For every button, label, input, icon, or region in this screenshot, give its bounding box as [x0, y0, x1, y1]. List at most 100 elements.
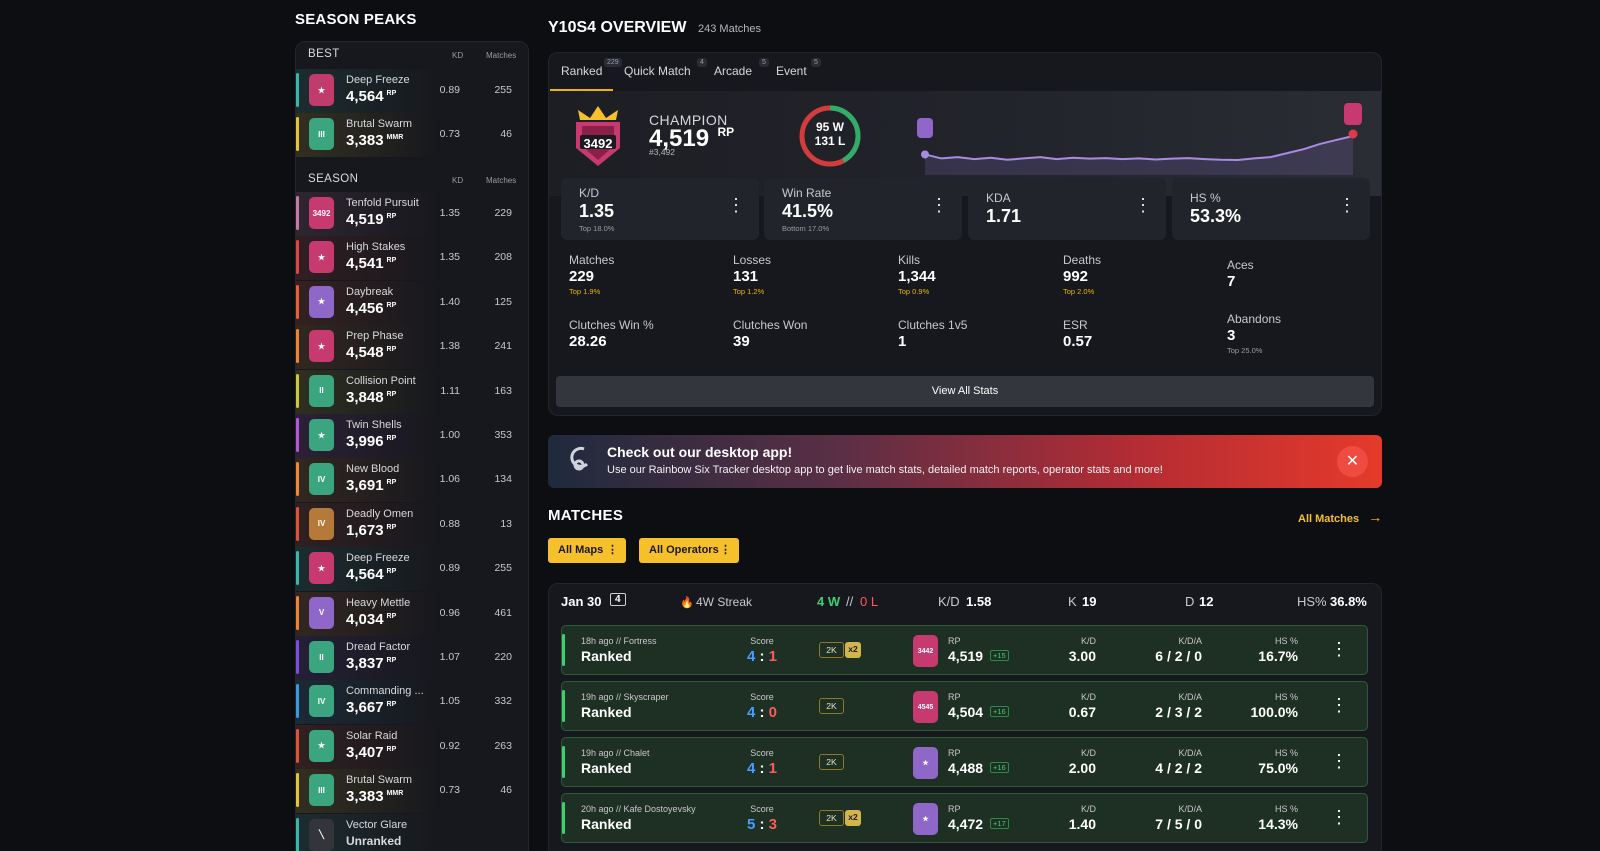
stat-label: Clutches 1v5	[898, 318, 968, 332]
win-loss-ring: 95 W 131 L	[798, 104, 862, 168]
rank-unit: RP	[386, 301, 397, 309]
rank-row[interactable]: ╲ Vector Glare Unranked	[296, 813, 528, 851]
filter-operators-dropdown[interactable]: All Operators ⋮	[639, 538, 739, 563]
tab-ranked-count: 229	[604, 58, 622, 67]
end-rank-icon	[1344, 103, 1362, 125]
rank-season-name: High Stakes	[346, 241, 406, 254]
rank-row[interactable]: ★ Twin Shells 3,996 RP 1.00 353	[296, 414, 528, 458]
rank-row[interactable]: II Collision Point 3,848 RP 1.11 163	[296, 369, 528, 414]
match-time-map: 19h ago // Skyscraper	[581, 692, 669, 702]
more-vertical-icon[interactable]: ⋮	[727, 196, 745, 214]
rank-row[interactable]: V Heavy Mettle 4,034 RP 0.96 461	[296, 591, 528, 636]
match-mode: Ranked	[581, 704, 632, 720]
tab-quick-match-count: 4	[697, 58, 707, 67]
rank-row[interactable]: III Brutal Swarm 3,383 MMR 0.73 46	[296, 769, 528, 814]
match-kda: 2 / 3 / 2	[1155, 704, 1202, 720]
rank-matches: 263	[494, 739, 512, 752]
wins-count: 95 W	[815, 120, 844, 134]
more-vertical-icon[interactable]: ⋮	[1330, 696, 1348, 714]
rp-label: RP	[948, 692, 961, 702]
rank-unit: RP	[386, 257, 397, 265]
stat-box-k-d: K/D 1.35 Top 18.0% ⋮	[561, 178, 759, 240]
rank-color-stripe	[296, 506, 299, 541]
rank-row[interactable]: III Brutal Swarm 3,383 MMR 0.73 46	[296, 113, 528, 158]
more-vertical-icon: ⋮	[607, 544, 618, 556]
filter-maps-dropdown[interactable]: All Maps ⋮	[548, 538, 626, 563]
match-row[interactable]: 19h ago // Chalet Ranked Score 4 : 1 2K ★ RP 4,…	[561, 737, 1368, 787]
more-vertical-icon[interactable]: ⋮	[1330, 640, 1348, 658]
match-kda: 4 / 2 / 2	[1155, 760, 1202, 776]
rank-season-name: Vector Glare	[346, 818, 408, 831]
rank-color-stripe	[296, 284, 299, 319]
stat-box-kda: KDA 1.71 ⋮	[968, 178, 1166, 240]
rank-season-name: Tenfold Pursuit	[346, 197, 419, 209]
match-row[interactable]: 20h ago // Kafe Dostoyevsky Ranked Score 5 …	[561, 793, 1368, 843]
rank-kd: 1.40	[439, 295, 460, 308]
stat-percentile: Top 25.0%	[1227, 346, 1263, 355]
tab-event[interactable]: Event	[776, 64, 807, 78]
kd-label: K/D	[1080, 692, 1096, 702]
rank-value-number: 3,837	[346, 655, 384, 672]
tab-ranked[interactable]: Ranked	[561, 64, 602, 78]
tab-arcade[interactable]: Arcade	[714, 64, 752, 78]
stat-value: 1,344	[898, 268, 936, 285]
rank-emblem-icon: III	[309, 774, 334, 807]
rp-history-start-point	[921, 150, 929, 159]
match-row[interactable]: 19h ago // Skyscraper Ranked Score 4 : 0 2K 4…	[561, 681, 1368, 731]
stat-box-label: HS %	[1190, 191, 1221, 205]
rank-matches: 13	[500, 517, 512, 530]
match-mode: Ranked	[581, 816, 632, 832]
close-banner-button[interactable]: ✕	[1337, 446, 1368, 477]
score-label: Score	[750, 804, 774, 814]
tab-quick-match[interactable]: Quick Match	[624, 64, 691, 78]
rank-color-stripe	[296, 73, 299, 107]
rank-unit: RP	[386, 213, 397, 220]
rank-value-number: 3,383	[346, 788, 384, 806]
rank-unit: RP	[386, 390, 397, 398]
rank-row[interactable]: ★ Deep Freeze 4,564 RP 0.89 255	[296, 547, 528, 592]
more-vertical-icon[interactable]: ⋮	[1330, 808, 1348, 826]
rank-row[interactable]: ★ Prep Phase 4,548 RP 1.38 241	[296, 325, 528, 370]
stat-label: Kills	[898, 253, 921, 267]
kda-label: K/D/A	[1178, 804, 1202, 814]
view-all-stats-button[interactable]: View All Stats	[556, 376, 1374, 407]
rp-history-area	[925, 136, 1353, 175]
match-hs: 14.3%	[1258, 816, 1298, 832]
multikill-badge: 2K	[819, 642, 844, 658]
all-matches-link[interactable]: All Matches →	[1298, 509, 1382, 525]
rank-row[interactable]: ★ Solar Raid 3,407 RP 0.92 263	[296, 724, 528, 769]
more-vertical-icon[interactable]: ⋮	[1338, 196, 1356, 214]
kd-label: K/D	[1080, 804, 1096, 814]
rank-row[interactable]: ★ Deep Freeze 4,564 RP 0.89 255	[296, 69, 528, 113]
score-enemy: 1	[768, 648, 778, 665]
rank-value-number: 4,541	[346, 255, 384, 273]
rank-row[interactable]: IV Commanding ... 3,667 RP 1.05 332	[296, 680, 528, 725]
more-vertical-icon[interactable]: ⋮	[1134, 196, 1152, 214]
stat-aces: Aces 7	[1227, 258, 1254, 290]
rank-row[interactable]: 3492 Tenfold Pursuit 4,519 RP 1.35 229	[296, 192, 528, 236]
more-vertical-icon[interactable]: ⋮	[930, 196, 948, 214]
rank-kd: 1.07	[439, 651, 460, 663]
stat-label: Clutches Won	[733, 318, 808, 332]
stat-clutches-win: Clutches Win % 28.26	[569, 318, 654, 350]
rank-unit: RP	[717, 125, 735, 139]
rank-unit: RP	[386, 568, 397, 576]
match-row[interactable]: 18h ago // Fortress Ranked Score 4 : 1 2K x2 3…	[561, 625, 1368, 675]
kd-col-header: KD	[452, 176, 464, 185]
more-vertical-icon[interactable]: ⋮	[1330, 752, 1348, 770]
rank-emblem-icon: ★	[309, 729, 334, 762]
rank-emblem-icon: 3442	[913, 635, 938, 667]
rp-label: RP	[948, 804, 961, 814]
rank-row[interactable]: IV New Blood 3,691 RP 1.06 134	[296, 458, 528, 503]
match-hs: 100.0%	[1250, 704, 1298, 720]
more-vertical-icon: ⋮	[720, 544, 731, 556]
rank-color-stripe	[296, 196, 299, 230]
match-kd: 1.40	[1068, 816, 1096, 832]
rank-value: 3,691 RP	[346, 477, 396, 494]
rank-row[interactable]: ★ Daybreak 4,456 RP 1.40 125	[296, 280, 528, 325]
desktop-app-banner[interactable]: Check out our desktop app! Use our Rainb…	[548, 435, 1382, 488]
rank-row[interactable]: II Dread Factor 3,837 RP 1.07 220	[296, 636, 528, 680]
rank-row[interactable]: IV Deadly Omen 1,673 RP 0.88 13	[296, 502, 528, 547]
rank-value-number: 3,407	[346, 743, 384, 761]
rank-row[interactable]: ★ High Stakes 4,541 RP 1.35 208	[296, 236, 528, 281]
